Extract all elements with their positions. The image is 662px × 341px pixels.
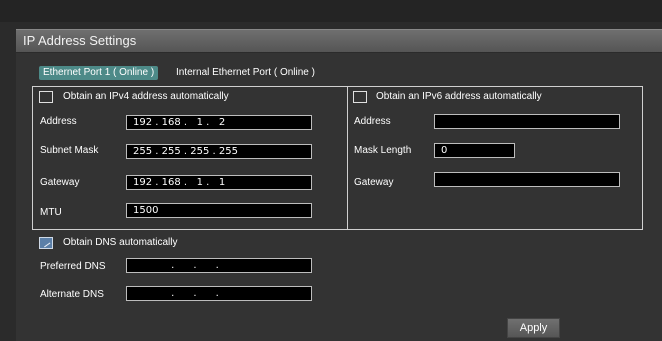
preferred-dns-label: Preferred DNS <box>40 261 106 272</box>
page-title: IP Address Settings <box>23 33 137 48</box>
mtu-label: MTU <box>40 207 62 218</box>
ipv4-gateway-label: Gateway <box>40 177 80 188</box>
top-bar <box>0 0 662 22</box>
ipv6-auto-label: Obtain an IPv6 address automatically <box>376 91 542 102</box>
ipv6-address-input[interactable] <box>434 114 620 129</box>
mask-length-label: Mask Length <box>354 145 412 156</box>
ipv4-gateway-input[interactable]: 192 . 168 . 1 . 1 <box>126 175 312 190</box>
tab-internal-ethernet-port[interactable]: Internal Ethernet Port ( Online ) <box>176 66 315 80</box>
ipv6-group <box>346 86 643 230</box>
subnet-mask-input[interactable]: 255 . 255 . 255 . 255 <box>126 144 312 159</box>
tab-ethernet-port-1[interactable]: Ethernet Port 1 ( Online ) <box>39 66 159 80</box>
ipv4-address-input[interactable]: 192 . 168 . 1 . 2 <box>126 115 312 130</box>
mask-length-input[interactable]: 0 <box>434 143 515 158</box>
ipv4-address-label: Address <box>40 116 77 127</box>
ipv6-gateway-label: Gateway <box>354 177 394 188</box>
apply-button[interactable]: Apply <box>507 318 560 338</box>
ipv6-address-label: Address <box>354 116 391 127</box>
ipv4-auto-checkbox[interactable] <box>39 91 53 103</box>
dns-auto-label: Obtain DNS automatically <box>63 237 178 248</box>
preferred-dns-input[interactable]: . . . <box>126 258 312 273</box>
section-title-bar: IP Address Settings <box>16 29 662 52</box>
mtu-input[interactable]: 1500 <box>126 203 312 218</box>
alternate-dns-input[interactable]: . . . <box>126 286 312 301</box>
ipv6-auto-checkbox[interactable] <box>353 91 367 103</box>
ipv6-gateway-input[interactable] <box>434 172 620 187</box>
dns-auto-checkbox[interactable] <box>39 237 53 249</box>
ipv4-auto-label: Obtain an IPv4 address automatically <box>63 91 229 102</box>
subnet-mask-label: Subnet Mask <box>40 145 99 156</box>
alternate-dns-label: Alternate DNS <box>40 289 104 300</box>
